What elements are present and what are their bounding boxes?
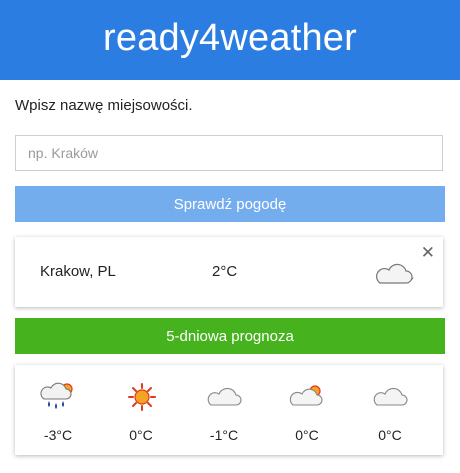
app-title: ready4weather (103, 16, 357, 59)
close-icon[interactable]: ✕ (421, 244, 435, 261)
forecast-temperature: 0°C (378, 427, 402, 443)
sun-icon (123, 381, 161, 413)
city-name: Krakow, PL (40, 263, 116, 280)
forecast-day: -3°C (18, 365, 98, 455)
forecast-day: 0°C (350, 365, 430, 455)
forecast-temperature: -3°C (43, 427, 73, 443)
cloud-moon-icon (372, 255, 420, 294)
rain-sun-cloud-icon (40, 381, 78, 413)
forecast-day: 0°C (101, 365, 181, 455)
forecast-day: -1°C (184, 365, 264, 455)
cloud-icon (372, 381, 410, 413)
search-label: Wpisz nazwę miejsowości. (15, 97, 193, 114)
forecast-temperature: 0°C (295, 427, 319, 443)
cloud-sun-icon (289, 381, 327, 413)
forecast-temperature: -1°C (209, 427, 239, 443)
city-search-input[interactable] (15, 135, 443, 171)
forecast-temperature: 0°C (129, 427, 153, 443)
check-weather-button[interactable]: Sprawdź pogodę (15, 186, 445, 222)
forecast-day: 0°C (267, 365, 347, 455)
cloud-icon (206, 381, 244, 413)
forecast-panel: -3°C 0°C -1°C 0°C 0°C (15, 365, 443, 455)
app-header: ready4weather (0, 0, 460, 80)
current-temperature: 2°C (212, 263, 238, 280)
forecast-button[interactable]: 5-dniowa prognoza (15, 318, 445, 354)
current-weather-card: Krakow, PL 2°C ✕ (15, 237, 443, 307)
